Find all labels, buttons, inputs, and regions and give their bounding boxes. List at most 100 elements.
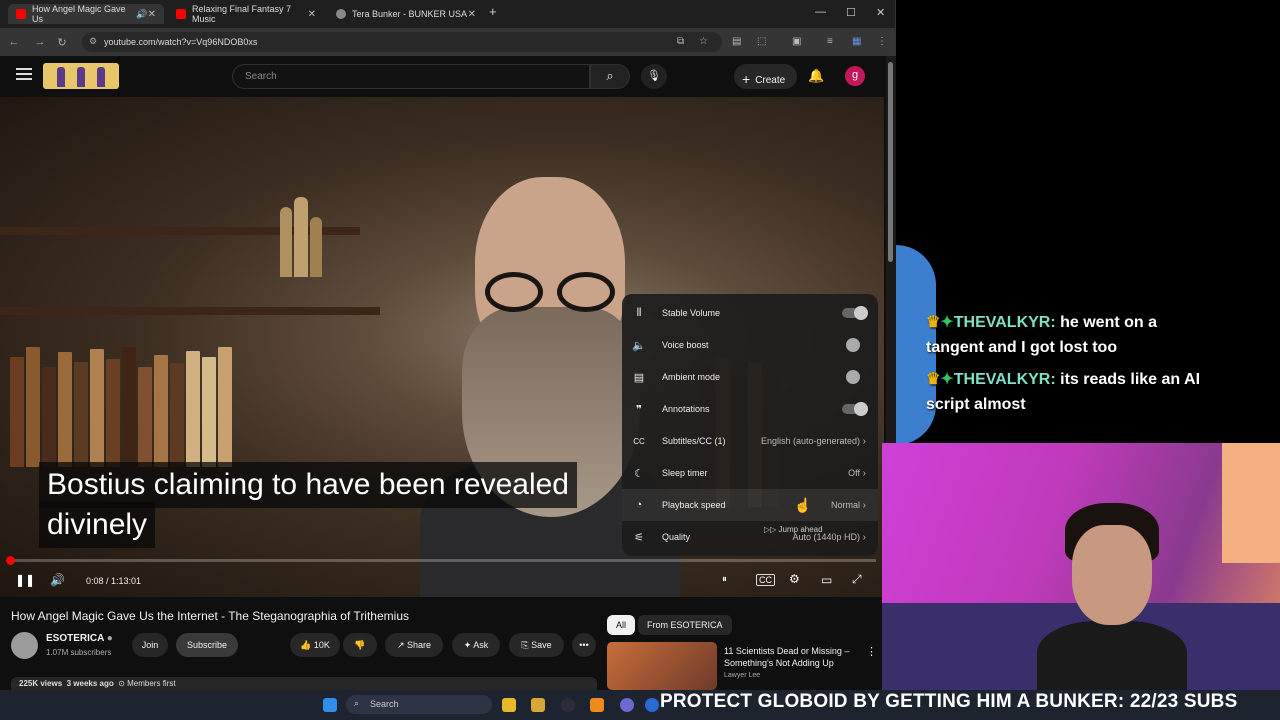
settings-item-playback-speed[interactable]: ◔ Playback speed Normal › [622, 489, 878, 521]
minimize-icon[interactable]: — [815, 6, 826, 18]
ask-button[interactable]: ✦ Ask [452, 633, 500, 657]
save-button[interactable]: ⎘ Save [509, 633, 564, 657]
settings-menu: ⦀ Stable Volume 🔈 Voice boost ▤ Ambient mode ❞… [622, 294, 878, 556]
new-tab-button[interactable]: + [489, 4, 497, 19]
settings-item-stable-volume[interactable]: ⦀ Stable Volume [622, 297, 878, 329]
mouse-cursor-icon: ☝ [794, 497, 812, 513]
youtube-icon [16, 9, 26, 19]
site-info-icon[interactable]: ⚙ [89, 36, 97, 47]
app-icon[interactable] [531, 698, 545, 712]
related-more-icon[interactable]: ⋮ [866, 645, 877, 658]
toggle-switch[interactable] [842, 370, 866, 384]
thumbs-down-icon: 👎 [354, 640, 366, 650]
search-icon: ⌕ [354, 698, 360, 708]
video-title: How Angel Magic Gave Us the Internet - T… [11, 609, 409, 623]
forward-icon[interactable]: → [30, 36, 50, 48]
url-field[interactable]: ⚙ youtube.com/watch?v=Vq96NDOB0xs [82, 32, 722, 52]
file-explorer-icon[interactable] [502, 698, 516, 712]
tab-title: How Angel Magic Gave Us [32, 4, 126, 24]
webcam-feed [882, 443, 1280, 693]
channel-name[interactable]: ESOTERICA ● [46, 633, 113, 644]
youtube-doodle-logo[interactable] [43, 63, 119, 89]
chip-from-channel[interactable]: From ESOTERICA [638, 615, 732, 635]
dislike-button[interactable]: 👎 [343, 633, 377, 657]
channel-avatar[interactable] [11, 632, 38, 659]
windows-start-icon[interactable] [323, 698, 337, 712]
create-button[interactable]: + Create [734, 64, 797, 89]
video-meta[interactable]: 225K views 3 weeks ago ⊙ Members first [11, 677, 597, 690]
volume-icon[interactable]: 🔊 [50, 573, 65, 587]
settings-item-label: Subtitles/CC (1) [662, 436, 726, 446]
join-button[interactable]: Join [132, 633, 168, 657]
toggle-switch[interactable] [842, 338, 866, 352]
bookmark-star-icon[interactable]: ☆ [699, 36, 708, 47]
settings-item-label: Stable Volume [662, 308, 721, 318]
pause-icon[interactable]: ❚❚ [15, 573, 35, 587]
menu-dots-icon[interactable]: ⋮ [877, 36, 887, 47]
settings-item-ambient-mode[interactable]: ▤ Ambient mode [622, 361, 878, 393]
search-input[interactable]: Search [232, 64, 590, 89]
close-tab-icon[interactable]: ✕ [308, 9, 316, 20]
close-window-icon[interactable]: ✕ [876, 6, 885, 19]
notifications-bell-icon[interactable]: 🔔 [808, 68, 824, 84]
back-icon[interactable]: ← [4, 36, 24, 48]
badge-icon: ✦ [940, 314, 954, 331]
media-icon[interactable]: ≡ [827, 36, 833, 47]
chat-text: script almost [926, 396, 1026, 413]
sparkle-icon: ✦ [463, 640, 474, 650]
plus-icon: + [742, 71, 751, 87]
4k-app-icon[interactable] [561, 698, 575, 712]
video-player[interactable]: Bostius claiming to have been revealed d… [0, 97, 884, 597]
app-icon[interactable] [620, 698, 634, 712]
autoplay-toggle-icon[interactable]: ⏸ [722, 574, 727, 585]
chrome-icon[interactable] [645, 698, 659, 712]
reload-icon[interactable]: ↻ [52, 36, 72, 49]
chat-username: THEVALKYR: [953, 371, 1056, 388]
toggle-switch[interactable] [842, 306, 868, 320]
maximize-icon[interactable]: ☐ [846, 6, 856, 19]
settings-item-voice-boost[interactable]: 🔈 Voice boost [622, 329, 878, 361]
scrollbar-thumb[interactable] [888, 62, 893, 262]
settings-item-quality[interactable]: ⚟ Quality Auto (1440p HD) › [622, 521, 878, 553]
share-button[interactable]: ↗ Share [385, 633, 443, 657]
captions-icon[interactable]: CC [756, 574, 775, 586]
hamburger-menu-icon[interactable] [16, 68, 32, 80]
tab-tera-bunker[interactable]: Tera Bunker - BUNKER USA ✕ [328, 4, 484, 24]
tab-angel-magic[interactable]: How Angel Magic Gave Us 🔊 ✕ [8, 4, 164, 24]
like-button[interactable]: 👍 10K [290, 633, 340, 657]
fullscreen-icon[interactable]: ⤢ [852, 572, 862, 587]
playback-speed-icon: ◔ [635, 499, 643, 511]
time-display: 0:08 / 1:13:01 [86, 576, 142, 586]
tab-ff7-music[interactable]: Relaxing Final Fantasy 7 Music ✕ [168, 4, 324, 24]
miniplayer-icon[interactable]: ▭ [821, 573, 832, 587]
progress-bar[interactable] [10, 559, 876, 562]
settings-item-annotations[interactable]: ❞ Annotations [622, 393, 878, 425]
screenshot-icon[interactable]: ▣ [792, 36, 801, 47]
install-icon[interactable]: ⧉ [677, 36, 684, 47]
jump-ahead-label[interactable]: ▷▷ Jump ahead [764, 525, 823, 534]
chip-all[interactable]: All [607, 615, 636, 635]
related-channel[interactable]: Lawyer Lee [724, 672, 760, 679]
related-thumbnail[interactable] [607, 642, 717, 690]
settings-gear-icon[interactable]: ⚙ [789, 572, 800, 586]
settings-item-sleep-timer[interactable]: ☾ Sleep timer Off › [622, 457, 878, 489]
settings-item-subtitles-cc-1[interactable]: CC Subtitles/CC (1) English (auto-generate… [622, 425, 878, 457]
profile-icon[interactable]: ▦ [852, 36, 861, 47]
close-tab-icon[interactable]: ✕ [468, 9, 476, 20]
scrubber-handle[interactable] [6, 556, 15, 565]
vlc-icon[interactable] [590, 698, 604, 712]
clipboard-icon[interactable]: ▤ [732, 36, 741, 47]
taskbar-search[interactable]: ⌕ Search [346, 695, 492, 714]
close-tab-icon[interactable]: ✕ [148, 9, 156, 20]
chat-username: THEVALKYR: [953, 314, 1056, 331]
related-title[interactable]: 11 Scientists Dead or Missing – Somethin… [724, 645, 864, 669]
subtitles-icon: CC [633, 436, 645, 446]
audio-icon[interactable]: 🔊 [136, 9, 147, 20]
subscribe-button[interactable]: Subscribe [176, 633, 238, 657]
more-actions-icon[interactable]: ••• [572, 633, 596, 657]
microphone-icon[interactable]: 🎙 [641, 64, 667, 89]
extensions-icon[interactable]: ⬚ [757, 36, 766, 47]
avatar[interactable]: g [845, 66, 865, 86]
search-icon[interactable]: ⌕ [590, 64, 630, 89]
toggle-switch[interactable] [842, 402, 868, 416]
